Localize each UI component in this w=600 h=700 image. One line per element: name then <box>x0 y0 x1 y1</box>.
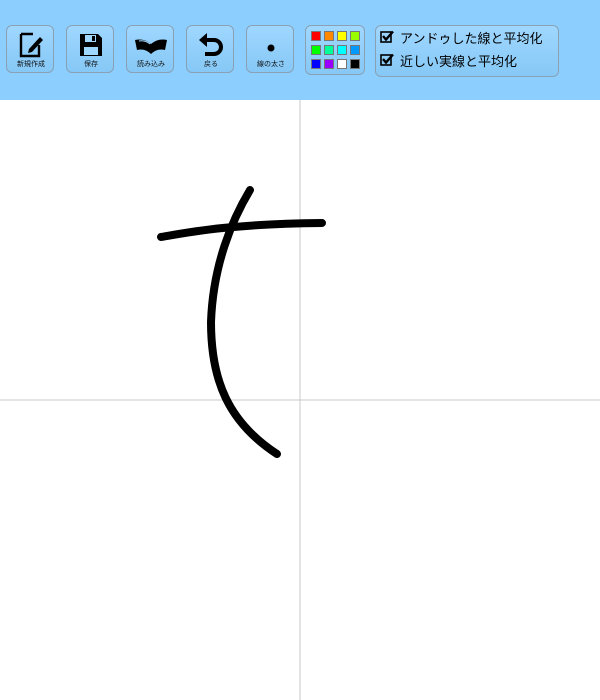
option-near-line-average[interactable]: 近しい実線と平均化 <box>380 51 518 70</box>
load-button-label: 読み込み <box>137 60 165 68</box>
undo-button[interactable]: 戻る <box>186 25 234 73</box>
option-undo-average-label: アンドゥした線と平均化 <box>400 31 543 47</box>
color-swatch-green[interactable] <box>311 45 321 55</box>
line-width-button[interactable]: 線の太さ <box>246 25 294 73</box>
drawn-stroke-horizontal <box>157 219 326 241</box>
color-swatch-yellow[interactable] <box>337 31 347 41</box>
line-width-button-label: 線の太さ <box>257 60 285 68</box>
new-button[interactable]: 新規作成 <box>6 25 54 73</box>
color-palette <box>305 25 365 75</box>
drawing-canvas[interactable] <box>0 100 600 700</box>
smoothing-options: アンドゥした線と平均化 近しい実線と平均化 <box>375 25 559 77</box>
option-undo-average[interactable]: アンドゥした線と平均化 <box>380 28 543 47</box>
open-book-icon <box>127 30 175 60</box>
checkbox-checked-icon[interactable] <box>380 30 394 44</box>
color-swatch-violet[interactable] <box>324 59 334 69</box>
toolbar: 新規作成 保存 読み込み 戻る 線の太さ アンドゥした線と平均化 近しい実線と平… <box>0 0 600 100</box>
checkbox-checked-icon[interactable] <box>380 53 394 67</box>
color-swatch-yellow-green[interactable] <box>350 31 360 41</box>
load-button[interactable]: 読み込み <box>126 25 174 73</box>
option-near-line-average-label: 近しい実線と平均化 <box>400 54 518 70</box>
floppy-disk-icon <box>67 30 115 60</box>
color-swatch-orange[interactable] <box>324 31 334 41</box>
new-document-edit-icon <box>7 30 55 60</box>
undo-button-label: 戻る <box>204 60 218 68</box>
save-button[interactable]: 保存 <box>66 25 114 73</box>
color-swatch-black[interactable] <box>350 59 360 69</box>
undo-arrow-icon <box>187 30 235 60</box>
new-button-label: 新規作成 <box>17 60 45 68</box>
color-swatch-white[interactable] <box>337 59 347 69</box>
color-swatch-spring-green[interactable] <box>324 45 334 55</box>
color-swatch-blue[interactable] <box>311 59 321 69</box>
color-swatch-red[interactable] <box>311 31 321 41</box>
dot-icon <box>247 30 295 60</box>
save-button-label: 保存 <box>84 60 98 68</box>
color-swatch-azure[interactable] <box>350 45 360 55</box>
color-swatch-cyan[interactable] <box>337 45 347 55</box>
